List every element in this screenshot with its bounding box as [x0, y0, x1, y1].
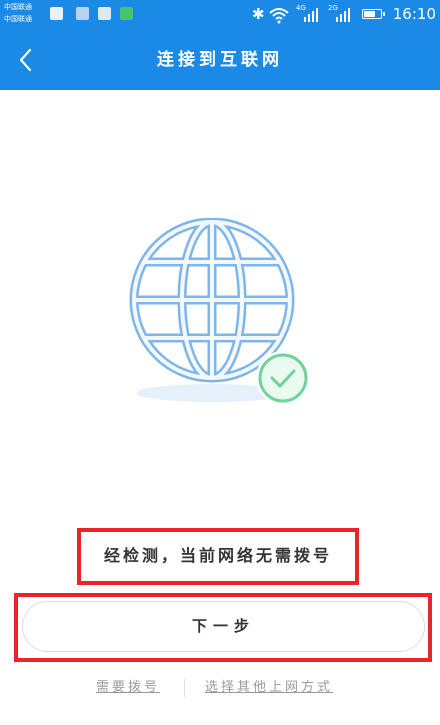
- check-circle-icon: [256, 351, 310, 405]
- signal-icon-sim1: 4G: [296, 4, 318, 24]
- globe-icon: [129, 218, 295, 383]
- signal-icon-sim2: 2G: [328, 4, 350, 24]
- bluetooth-icon: ✱: [252, 5, 265, 23]
- gallery-app-icon: [98, 7, 111, 20]
- status-left: 中国联通 中国联通: [4, 2, 144, 28]
- other-method-link[interactable]: 选择其他上网方式: [205, 676, 333, 700]
- highlight-box-next: [14, 593, 432, 662]
- nav-bar: 连接到互联网: [0, 30, 440, 90]
- photo-app-icon: [50, 7, 63, 20]
- clock: 16:10: [392, 5, 436, 23]
- need-dial-link[interactable]: 需要拨号: [96, 676, 160, 700]
- page-title: 连接到互联网: [157, 50, 283, 70]
- highlight-box-notice: [77, 528, 359, 585]
- globe-illustration: [129, 218, 310, 405]
- message-app-icon: [120, 7, 133, 20]
- status-bar: 中国联通 中国联通 ✱ 4G 2G 16:10: [0, 0, 440, 30]
- wifi-icon: [269, 8, 289, 24]
- battery-icon: [362, 9, 385, 19]
- battery-level: [364, 11, 375, 17]
- links-divider: [184, 679, 185, 697]
- settings-app-icon: [76, 7, 89, 20]
- status-right: ✱ 4G 2G 16:10: [246, 0, 436, 30]
- carrier-label-1: 中国联通: [4, 3, 32, 11]
- bottom-links: 需要拨号 选择其他上网方式: [0, 676, 440, 700]
- carrier-label-2: 中国联通: [4, 15, 32, 23]
